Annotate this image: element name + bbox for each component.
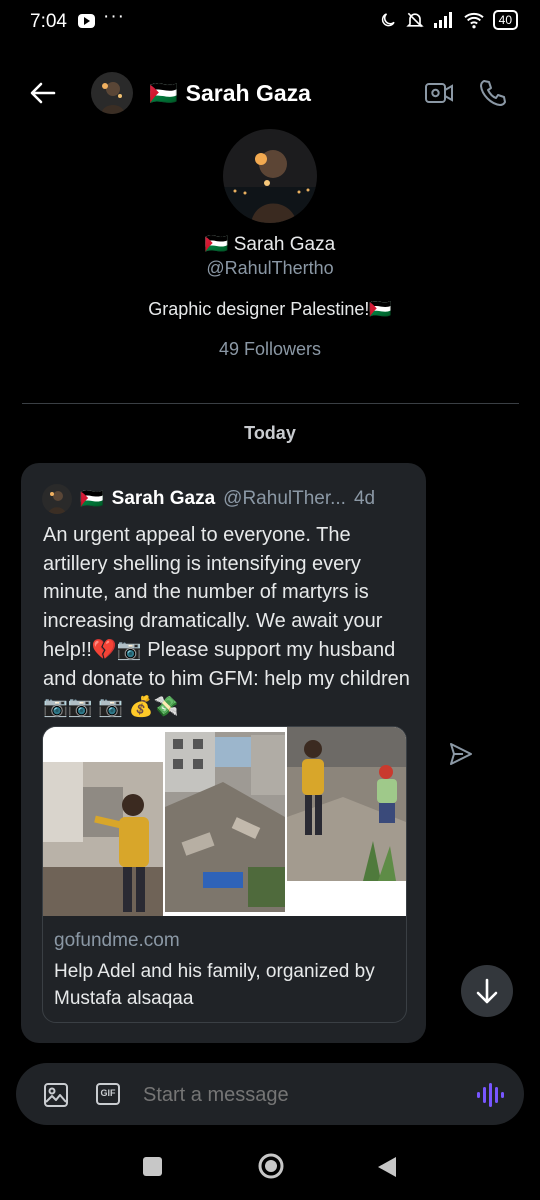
header-name: Sarah Gaza <box>185 80 311 106</box>
image-attach-icon[interactable] <box>43 1082 69 1108</box>
battery-indicator: 40 <box>492 10 518 30</box>
wifi-icon <box>463 12 484 29</box>
shared-post-header[interactable]: 🇵🇸 Sarah Gaza @RahulTher... 4d <box>42 484 412 514</box>
header-avatar[interactable] <box>91 72 133 114</box>
palestine-flag-icon: 🇵🇸 <box>80 489 104 510</box>
arrow-down-icon <box>476 978 498 1004</box>
profile-bio: Graphic designer Palestine!🇵🇸 <box>148 299 392 319</box>
post-author-avatar <box>42 484 72 514</box>
system-back-button[interactable] <box>376 1155 398 1179</box>
recents-button[interactable] <box>143 1157 162 1176</box>
gif-button[interactable]: GIF <box>96 1083 120 1105</box>
signal-icon <box>433 12 452 28</box>
divider <box>22 403 519 404</box>
header-title[interactable]: 🇵🇸 Sarah Gaza <box>149 80 311 107</box>
link-preview-image <box>43 727 406 916</box>
phone-call-icon[interactable] <box>478 78 508 108</box>
more-notifications-icon: ··· <box>103 6 125 27</box>
status-bar: 7:04 ··· 40 <box>0 0 540 46</box>
youtube-notification-icon <box>78 14 95 28</box>
post-age: 4d <box>353 488 376 509</box>
status-time: 7:04 <box>30 11 67 32</box>
link-preview-card[interactable]: gofundme.com Help Adel and his family, o… <box>42 726 407 1023</box>
post-author-name: Sarah Gaza <box>111 488 216 509</box>
profile-followers[interactable]: 49 Followers <box>0 339 540 360</box>
post-author-handle: @RahulTher... <box>223 488 346 509</box>
home-button[interactable] <box>257 1152 285 1180</box>
mute-bell-icon <box>405 12 424 28</box>
status-icons: 40 <box>379 10 518 30</box>
message-input[interactable] <box>141 1083 445 1108</box>
gif-label: GIF <box>100 1088 116 1098</box>
date-separator: Today <box>244 423 296 443</box>
moon-icon <box>381 13 395 27</box>
link-title: Help Adel and his family, organized by M… <box>54 961 375 1009</box>
share-send-icon[interactable] <box>447 740 475 768</box>
voice-message-icon[interactable] <box>476 1082 504 1108</box>
palestine-flag-icon: 🇵🇸 <box>149 80 178 106</box>
scroll-to-bottom-button[interactable] <box>461 965 513 1017</box>
profile-handle: @RahulThertho <box>206 258 334 278</box>
profile-name: 🇵🇸 Sarah Gaza <box>204 234 336 255</box>
profile-avatar[interactable] <box>223 129 317 223</box>
video-call-icon[interactable] <box>424 80 454 106</box>
link-domain: gofundme.com <box>54 930 180 951</box>
back-arrow-icon[interactable] <box>28 78 58 108</box>
post-text: An urgent appeal to everyone. The artill… <box>43 524 410 719</box>
